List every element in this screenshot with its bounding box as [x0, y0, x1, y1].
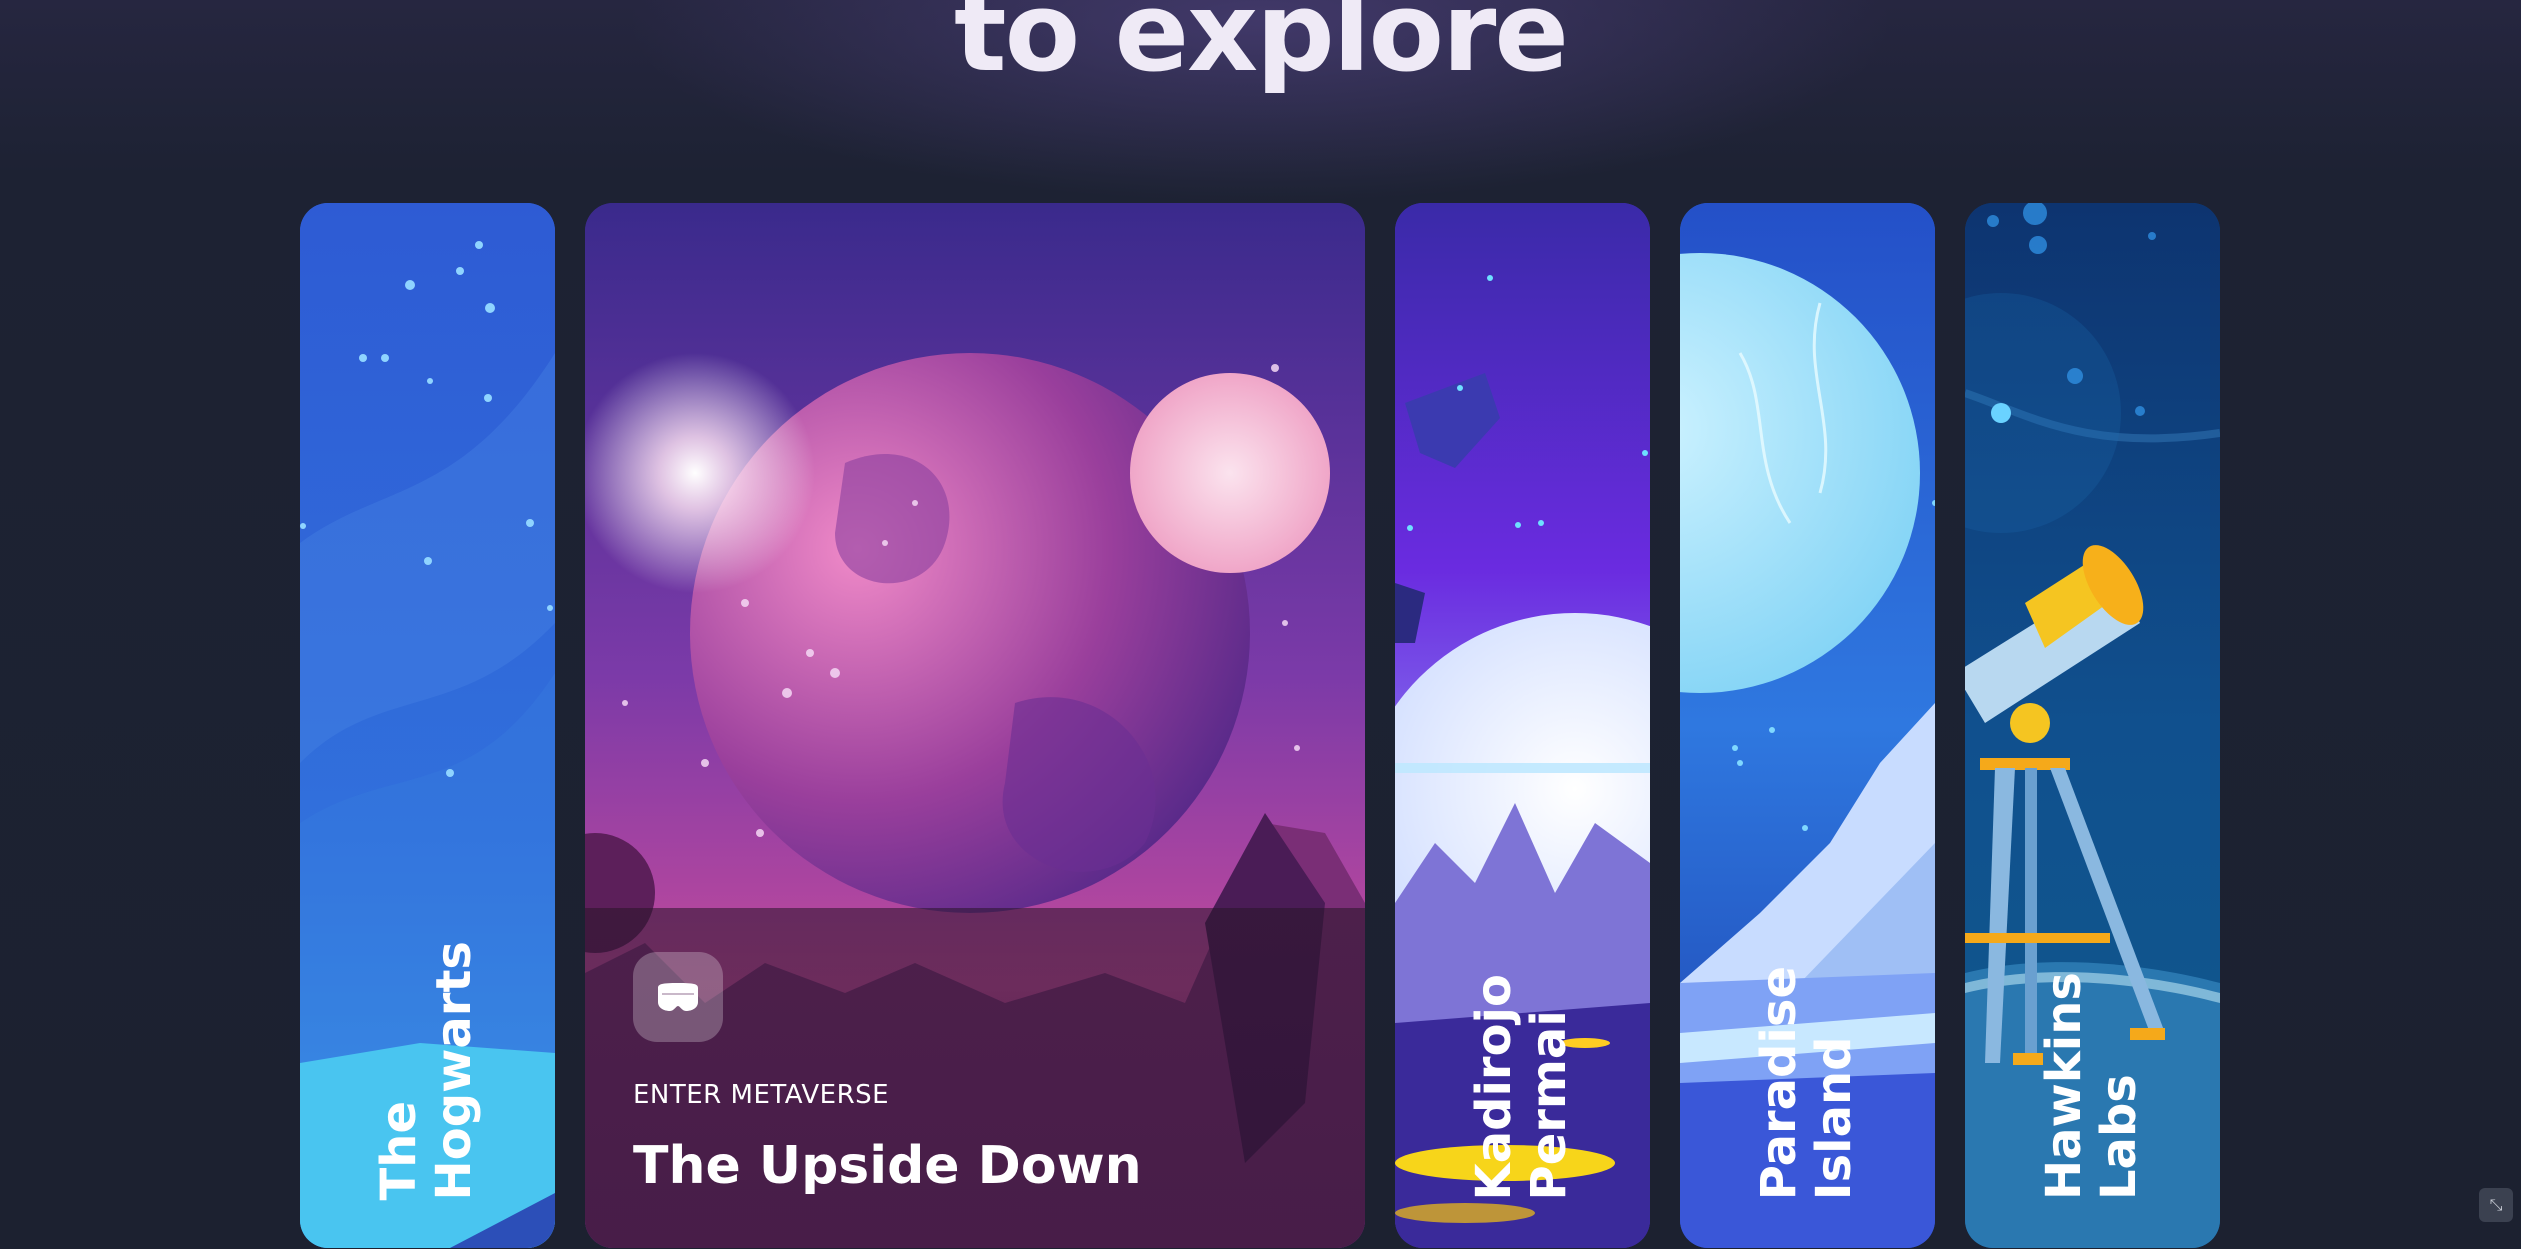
card-title-line: Paradise: [1751, 965, 1807, 1200]
card-title-hogwarts: The Hogwarts: [371, 940, 483, 1200]
world-card-paradise-island[interactable]: Paradise Island: [1680, 203, 1935, 1248]
world-card-upside-down[interactable]: ENTER METAVERSE The Upside Down: [585, 203, 1365, 1248]
card-title-line: The: [371, 1100, 427, 1200]
world-card-hogwarts[interactable]: The Hogwarts: [300, 203, 555, 1248]
card-title-line: Permai: [1521, 1009, 1578, 1200]
card-title-paradise-island: Paradise Island: [1751, 965, 1863, 1200]
card-title-line: Island: [1806, 1036, 1863, 1200]
section-headline: to explore: [954, 0, 1569, 96]
card-title-upside-down: The Upside Down: [633, 1136, 1142, 1196]
card-title-line: Labs: [2091, 1074, 2148, 1200]
world-card-kadirojo-permai[interactable]: Kadirojo Permai: [1395, 203, 1650, 1248]
enter-metaverse-button[interactable]: [633, 952, 723, 1042]
card-title-line: Kadirojo: [1466, 973, 1522, 1200]
enter-metaverse-label: ENTER METAVERSE: [633, 1080, 890, 1110]
vr-headset-icon: [658, 983, 698, 1011]
card-title-kadirojo-permai: Kadirojo Permai: [1466, 973, 1578, 1200]
card-title-line: Hawkins: [2036, 971, 2092, 1200]
collapse-corner-button[interactable]: ⤡: [2479, 1188, 2513, 1222]
card-title-line: Hogwarts: [426, 940, 483, 1200]
card-title-hawkins-labs: Hawkins Labs: [2036, 971, 2148, 1200]
world-card-hawkins-labs[interactable]: Hawkins Labs: [1965, 203, 2220, 1248]
